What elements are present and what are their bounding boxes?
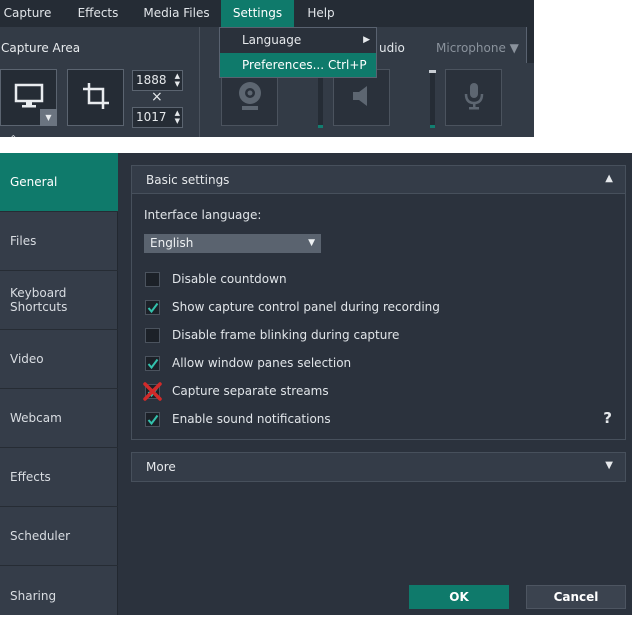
checkmark-icon [147, 302, 159, 314]
capture-area-label: Capture Area [1, 41, 81, 55]
width-stepper-icon[interactable]: ▲ ▼ [175, 72, 180, 88]
height-value: 1017 [136, 110, 167, 124]
tab-webcam[interactable]: Webcam [0, 389, 118, 448]
checkbox[interactable] [145, 328, 160, 343]
recorder-window: Capture Effects Media Files Settings Hel… [0, 0, 534, 137]
width-input[interactable]: 1888 ▲ ▼ [132, 70, 183, 91]
more-header[interactable]: More ▼ [132, 453, 625, 481]
settings-dropdown-menu: Language ▶ Preferences... Ctrl+P [219, 27, 377, 78]
tab-scheduler[interactable]: Scheduler [0, 507, 118, 566]
chevron-down-icon[interactable]: ▼ [40, 109, 57, 126]
level-fill [430, 125, 435, 128]
microphone-button[interactable] [445, 69, 502, 126]
audio-label: udio [379, 41, 405, 55]
select-value: English [150, 236, 194, 250]
webcam-icon [236, 80, 264, 115]
microphone-label[interactable]: Microphone ▼ [436, 41, 519, 55]
audio-level-bar[interactable] [429, 70, 436, 128]
fullscreen-capture-button[interactable]: ▼ [0, 69, 57, 126]
crop-icon [81, 81, 111, 114]
interface-language-label: Interface language: [144, 208, 262, 222]
caret-icon: ^ [10, 134, 17, 137]
chevron-right-icon: ▶ [363, 35, 370, 45]
chevron-up-icon[interactable]: ▲ [605, 173, 613, 184]
checkmark-icon [147, 358, 159, 370]
checkbox[interactable] [145, 300, 160, 315]
collapse-button[interactable] [526, 27, 534, 63]
menu-item-label: Language [242, 33, 302, 47]
cross-mark-icon [143, 382, 162, 401]
preferences-sidebar: General Files Keyboard Shortcuts Video W… [0, 153, 118, 615]
help-icon[interactable]: ? [603, 409, 612, 427]
menu-media-files[interactable]: Media Files [140, 0, 213, 27]
option-label: Capture separate streams [172, 384, 329, 398]
height-input[interactable]: 1017 ▲ ▼ [132, 107, 183, 128]
divider [199, 27, 200, 137]
level-knob[interactable] [429, 70, 436, 73]
webcam-level-bar[interactable] [317, 70, 324, 128]
microphone-icon [463, 81, 485, 114]
times-sign: × [151, 89, 163, 105]
tab-label: Keyboard Shortcuts [10, 286, 68, 314]
tab-effects[interactable]: Effects [0, 448, 118, 507]
level-fill [318, 125, 323, 128]
select-area-button[interactable] [67, 69, 124, 126]
option-label: Disable frame blinking during capture [172, 328, 400, 342]
basic-settings-panel: Basic settings ▲ Interface language: Eng… [131, 165, 626, 440]
tab-files[interactable]: Files [0, 212, 118, 271]
interface-language-select[interactable]: English ▼ [144, 234, 321, 253]
menu-effects[interactable]: Effects [66, 0, 130, 27]
chevron-down-icon: ▼ [308, 238, 315, 248]
checkmark-icon [147, 414, 159, 426]
checkbox[interactable] [145, 412, 160, 427]
checkbox[interactable] [145, 272, 160, 287]
option-label: Show capture control panel during record… [172, 300, 440, 314]
speaker-icon [349, 83, 375, 112]
menu-item-preferences[interactable]: Preferences... Ctrl+P [220, 53, 376, 77]
checkbox[interactable] [145, 356, 160, 371]
more-panel[interactable]: More ▼ [131, 452, 626, 482]
preferences-window: General Files Keyboard Shortcuts Video W… [0, 153, 632, 615]
shortcut-label: Ctrl+P [328, 58, 367, 72]
monitor-icon [14, 83, 44, 112]
menu-settings[interactable]: Settings [221, 0, 294, 27]
menu-item-label: Preferences... [242, 58, 325, 72]
basic-settings-header[interactable]: Basic settings ▲ [132, 166, 625, 194]
menu-help[interactable]: Help [301, 0, 341, 27]
menu-capture[interactable]: Capture [0, 0, 55, 27]
menu-bar: Capture Effects Media Files Settings Hel… [0, 0, 534, 27]
width-value: 1888 [136, 73, 167, 87]
chevron-down-icon[interactable]: ▼ [605, 460, 613, 471]
tab-sharing[interactable]: Sharing [0, 566, 118, 618]
tab-video[interactable]: Video [0, 330, 118, 389]
panel-title: More [146, 460, 176, 474]
tab-keyboard-shortcuts[interactable]: Keyboard Shortcuts [0, 271, 118, 330]
height-stepper-icon[interactable]: ▲ ▼ [175, 109, 180, 125]
ok-button[interactable]: OK [409, 585, 509, 609]
option-label: Allow window panes selection [172, 356, 352, 370]
option-label: Disable countdown [172, 272, 287, 286]
panel-title: Basic settings [146, 173, 230, 187]
tab-general[interactable]: General [0, 153, 118, 212]
cancel-button[interactable]: Cancel [526, 585, 626, 609]
option-label: Enable sound notifications [172, 412, 331, 426]
menu-item-language[interactable]: Language ▶ [220, 28, 376, 52]
